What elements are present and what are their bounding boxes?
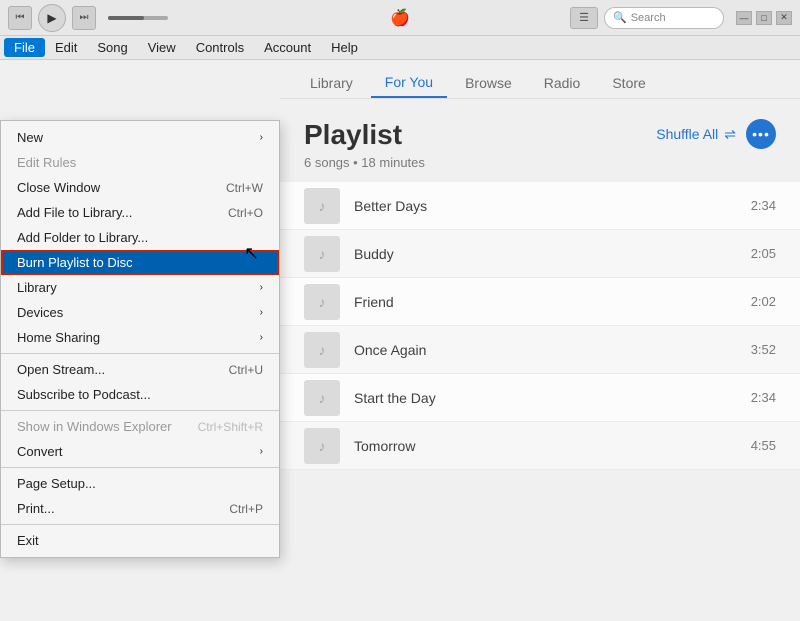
song-thumbnail: ♪: [304, 428, 340, 464]
song-row[interactable]: ♪ Buddy 2:05: [280, 230, 800, 278]
song-row[interactable]: ♪ Better Days 2:34: [280, 182, 800, 230]
volume-slider[interactable]: [108, 16, 168, 20]
song-duration: 3:52: [751, 342, 776, 357]
menu-item-burn-playlist[interactable]: Burn Playlist to Disc: [1, 250, 279, 275]
play-button[interactable]: ▶: [38, 4, 66, 32]
song-title: Tomorrow: [354, 438, 751, 454]
menu-item-print[interactable]: Print... Ctrl+P: [1, 496, 279, 521]
playlist-info: Playlist 6 songs • 18 minutes: [304, 119, 425, 170]
song-thumbnail: ♪: [304, 332, 340, 368]
song-row[interactable]: ♪ Friend 2:02: [280, 278, 800, 326]
apple-logo-icon: 🍎: [390, 8, 410, 28]
arrow-icon: ›: [260, 307, 263, 318]
song-duration: 2:34: [751, 198, 776, 213]
tab-radio[interactable]: Radio: [530, 69, 595, 97]
title-bar-right: ☰ 🔍 Search — □ ✕: [570, 7, 792, 29]
list-view-icon[interactable]: ☰: [570, 7, 598, 29]
menu-view[interactable]: View: [138, 38, 186, 57]
window-controls: — □ ✕: [736, 11, 792, 25]
song-title: Once Again: [354, 342, 751, 358]
separator: [1, 467, 279, 468]
song-thumbnail: ♪: [304, 284, 340, 320]
song-title: Better Days: [354, 198, 751, 214]
minimize-button[interactable]: —: [736, 11, 752, 25]
song-duration: 2:05: [751, 246, 776, 261]
separator: [1, 524, 279, 525]
menu-item-edit-rules: Edit Rules: [1, 150, 279, 175]
song-duration: 4:55: [751, 438, 776, 453]
tab-store[interactable]: Store: [598, 69, 659, 97]
menu-item-page-setup[interactable]: Page Setup...: [1, 471, 279, 496]
menu-account[interactable]: Account: [254, 38, 321, 57]
shuffle-all-button[interactable]: Shuffle All ⇌: [656, 126, 736, 143]
song-title: Friend: [354, 294, 751, 310]
menu-file[interactable]: File: [4, 38, 45, 57]
tab-browse[interactable]: Browse: [451, 69, 526, 97]
song-duration: 2:02: [751, 294, 776, 309]
menu-item-open-stream[interactable]: Open Stream... Ctrl+U: [1, 357, 279, 382]
shuffle-icon: ⇌: [724, 126, 736, 143]
menu-item-convert[interactable]: Convert ›: [1, 439, 279, 464]
song-duration: 2:34: [751, 390, 776, 405]
tab-for-you[interactable]: For You: [371, 68, 447, 98]
menu-song[interactable]: Song: [87, 38, 137, 57]
maximize-button[interactable]: □: [756, 11, 772, 25]
arrow-icon: ›: [260, 282, 263, 293]
title-bar: ⏮ ▶ ⏭ 🍎 ☰ 🔍 Search — □ ✕: [0, 0, 800, 36]
song-title: Buddy: [354, 246, 751, 262]
menu-item-show-windows: Show in Windows Explorer Ctrl+Shift+R: [1, 414, 279, 439]
menu-item-add-folder[interactable]: Add Folder to Library...: [1, 225, 279, 250]
song-thumbnail: ♪: [304, 188, 340, 224]
search-icon: 🔍: [613, 11, 627, 24]
more-options-button[interactable]: •••: [746, 119, 776, 149]
song-row[interactable]: ♪ Once Again 3:52: [280, 326, 800, 374]
menu-item-home-sharing[interactable]: Home Sharing ›: [1, 325, 279, 350]
menu-help[interactable]: Help: [321, 38, 368, 57]
separator: [1, 353, 279, 354]
fast-forward-button[interactable]: ⏭: [72, 6, 96, 30]
menu-controls[interactable]: Controls: [186, 38, 254, 57]
menu-bar: File Edit Song View Controls Account Hel…: [0, 36, 800, 60]
playlist-title: Playlist: [304, 119, 425, 151]
close-button[interactable]: ✕: [776, 11, 792, 25]
menu-item-devices[interactable]: Devices ›: [1, 300, 279, 325]
arrow-icon: ›: [260, 446, 263, 457]
playback-controls: ⏮ ▶ ⏭: [8, 4, 168, 32]
search-box[interactable]: 🔍 Search: [604, 7, 724, 29]
nav-tabs: Library For You Browse Radio Store: [280, 60, 800, 99]
menu-item-subscribe-podcast[interactable]: Subscribe to Podcast...: [1, 382, 279, 407]
search-placeholder: Search: [631, 12, 666, 24]
menu-edit[interactable]: Edit: [45, 38, 87, 57]
song-list: ♪ Better Days 2:34 ♪ Buddy 2:05 ♪ Friend…: [280, 182, 800, 621]
playlist-meta: 6 songs • 18 minutes: [304, 155, 425, 170]
menu-item-exit[interactable]: Exit: [1, 528, 279, 553]
playlist-header: Playlist 6 songs • 18 minutes Shuffle Al…: [280, 99, 800, 182]
song-row[interactable]: ♪ Start the Day 2:34: [280, 374, 800, 422]
song-row[interactable]: ♪ Tomorrow 4:55: [280, 422, 800, 470]
arrow-icon: ›: [260, 332, 263, 343]
song-title: Start the Day: [354, 390, 751, 406]
tab-library[interactable]: Library: [296, 69, 367, 97]
separator: [1, 410, 279, 411]
file-dropdown-menu: New › Edit Rules Close Window Ctrl+W Add…: [0, 120, 280, 558]
menu-item-new[interactable]: New ›: [1, 125, 279, 150]
playlist-actions: Shuffle All ⇌ •••: [656, 119, 776, 149]
song-thumbnail: ♪: [304, 236, 340, 272]
song-thumbnail: ♪: [304, 380, 340, 416]
main-content: New › Edit Rules Close Window Ctrl+W Add…: [0, 60, 800, 621]
rewind-button[interactable]: ⏮: [8, 6, 32, 30]
arrow-icon: ›: [260, 132, 263, 143]
menu-item-add-file[interactable]: Add File to Library... Ctrl+O: [1, 200, 279, 225]
menu-item-close-window[interactable]: Close Window Ctrl+W: [1, 175, 279, 200]
menu-item-library[interactable]: Library ›: [1, 275, 279, 300]
